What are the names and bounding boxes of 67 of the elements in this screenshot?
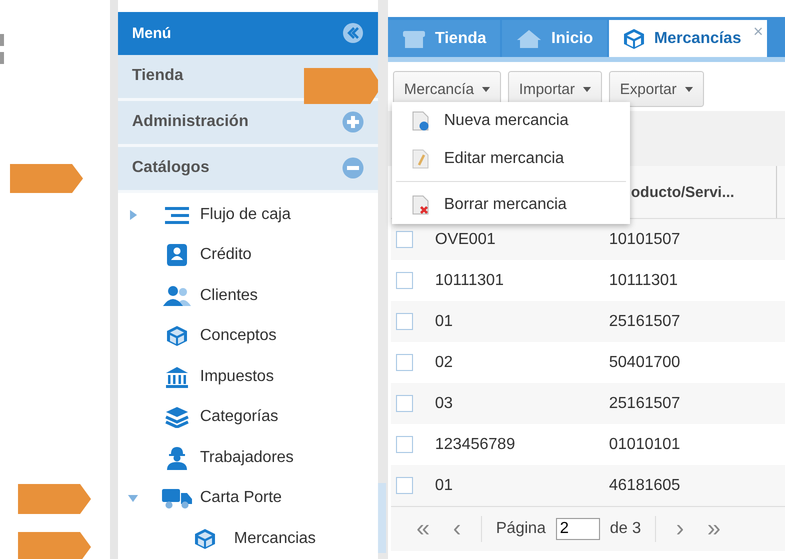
sidebar-title: Menú [132, 24, 172, 42]
tree-item[interactable]: Impuestos [200, 368, 274, 386]
tree-item[interactable]: Mercancias [234, 530, 316, 548]
vertical-dots-icon [0, 34, 4, 64]
caret-icon [582, 86, 591, 92]
table-cell-text: 01 [435, 476, 454, 494]
collapsed-arrow-icon[interactable] [128, 210, 138, 220]
checkbox[interactable] [396, 313, 413, 330]
checkbox[interactable] [396, 477, 413, 494]
tree-item[interactable]: Carta Porte [200, 489, 282, 508]
cube-icon [166, 325, 188, 348]
tree-item[interactable]: Conceptos [200, 327, 276, 346]
bank-icon [165, 366, 189, 388]
tree-item[interactable]: Clientes [200, 286, 258, 305]
caret-icon [482, 86, 490, 92]
truck-icon [162, 487, 192, 510]
page-label: Página [496, 520, 546, 538]
tree-item[interactable]: Categorías [200, 408, 278, 426]
column-header[interactable]: oducto/Servi... [631, 184, 734, 200]
worker-icon [166, 446, 188, 470]
delete-document-icon [412, 195, 430, 215]
tab[interactable]: Mercancías × [609, 20, 768, 57]
checkbox[interactable] [396, 436, 413, 453]
cube-icon [623, 28, 646, 50]
lines-icon [165, 204, 189, 225]
plus-icon [342, 111, 364, 134]
page-input[interactable]: 2 [556, 518, 600, 540]
table-cell-text: 10111301 [609, 272, 679, 290]
table-cell-text: 50401700 [609, 354, 682, 372]
minus-icon [342, 157, 364, 180]
checkbox[interactable] [396, 395, 413, 412]
store-icon [402, 28, 426, 48]
page-count: de 3 [610, 520, 641, 538]
edit-document-icon [412, 149, 430, 169]
checkbox[interactable] [396, 272, 413, 289]
table-cell-text: 25161507 [609, 312, 682, 330]
menu-item[interactable]: Editar mercancia [392, 140, 630, 178]
table-cell-text: 46181605 [609, 476, 682, 494]
tree-item[interactable]: Crédito [200, 246, 252, 264]
caret-icon [684, 86, 693, 92]
table-cell-text: 03 [435, 394, 454, 412]
table-cell-text: 10101507 [609, 230, 682, 248]
table-cell-text: 10111301 [435, 272, 505, 290]
table-cell-text: 25161507 [609, 394, 682, 412]
users-icon [163, 284, 191, 307]
table-cell-text: 01 [435, 312, 454, 330]
splitter-handle[interactable] [378, 483, 386, 553]
checkbox[interactable] [396, 354, 413, 371]
home-icon [516, 28, 542, 48]
table-cell-text: 123456789 [435, 436, 516, 454]
sidebar-section[interactable]: Catálogos [118, 146, 378, 192]
id-card-icon [167, 244, 187, 266]
sidebar-section[interactable]: Administración [118, 100, 378, 147]
cube-icon [194, 528, 216, 550]
table-cell-text: 01010101 [609, 436, 682, 454]
splitter-bar[interactable] [378, 0, 388, 559]
collapse-icon[interactable] [342, 22, 364, 44]
checkbox[interactable] [396, 231, 413, 248]
new-document-icon [412, 111, 430, 131]
layers-icon [165, 406, 189, 428]
table-cell-text: 02 [435, 354, 454, 372]
menu-item[interactable]: Borrar mercancia [392, 186, 630, 224]
tree-item[interactable]: Trabajadores [200, 448, 294, 467]
tree-item[interactable]: Flujo de caja [200, 206, 291, 224]
table-cell-text: OVE001 [435, 230, 496, 248]
menu-button[interactable]: Exportar [608, 71, 704, 107]
expanded-arrow-icon[interactable] [128, 493, 138, 504]
